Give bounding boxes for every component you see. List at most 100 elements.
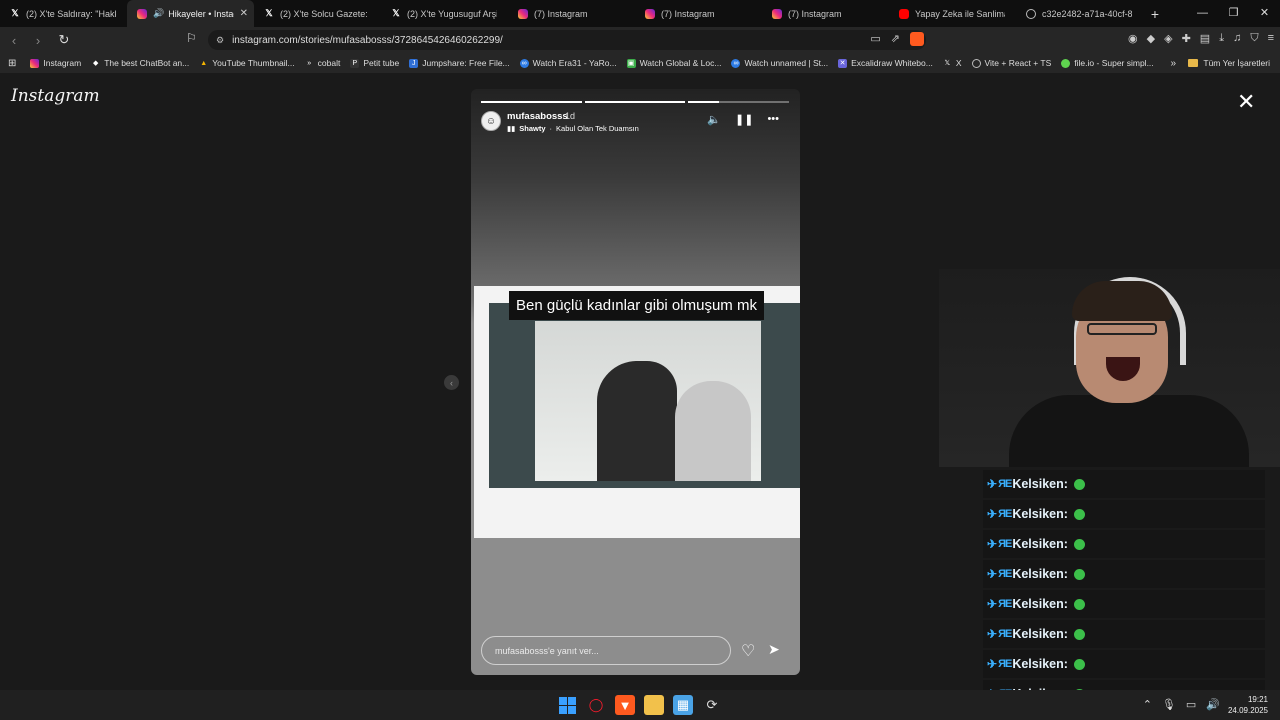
restore-icon[interactable]: ❐ <box>1218 0 1249 27</box>
bookmark-cobalt[interactable]: » cobalt <box>305 58 340 68</box>
taskbar-apps: ◯ ▼ ▦ ⟳ <box>557 695 722 715</box>
address-bar-actions: ▭ ⇗ <box>870 32 924 46</box>
microphone-icon[interactable]: 🎙 <box>1162 698 1176 711</box>
tab-instagram-2[interactable]: (7) Instagram <box>635 0 762 27</box>
close-tab-icon[interactable]: ✕ <box>240 8 248 19</box>
tab-globe[interactable]: c32e2482-a71a-40cf-8bb <box>1016 0 1143 27</box>
bookmark-excalidraw[interactable]: ✕ Excalidraw Whitebo... <box>838 58 933 68</box>
tab-x-solcu-gazete[interactable]: 𝕏 (2) X'te Solcu Gazete: "Gö <box>254 0 381 27</box>
new-tab-button[interactable]: + <box>1143 6 1167 22</box>
emote-icon <box>1073 658 1085 670</box>
heart-icon[interactable]: ♡ <box>741 641 755 661</box>
brave-shield-icon[interactable] <box>910 32 924 46</box>
chat-username: Kelsiken: <box>1012 657 1068 671</box>
bookmark-youtube-thumbnail[interactable]: ▲ YouTube Thumbnail... <box>199 58 294 68</box>
bookmark-watch-era31[interactable]: ∞ Watch Era31 - YaRo... <box>519 58 617 68</box>
window-controls: — ❐ ✕ <box>1187 0 1280 27</box>
pin-badge-icon: ✈ <box>987 627 998 641</box>
story-music[interactable]: ▮▮ Shawty · Kabul Olan Tek Duamsın <box>507 124 639 133</box>
menu-icon[interactable]: ≡ <box>1268 32 1274 45</box>
share-icon[interactable]: ⇗ <box>891 32 900 46</box>
sidebar-icon[interactable]: ▤ <box>1200 32 1210 45</box>
bookmark-label: Instagram <box>43 58 82 68</box>
pin-badge-icon: ✈ <box>987 657 998 671</box>
bookmark-x[interactable]: 𝕏X <box>943 58 962 68</box>
speaker-icon[interactable]: 🔊 <box>153 8 164 19</box>
download-icon[interactable]: ⤓ <box>1219 32 1224 45</box>
reload-icon[interactable]: ↻ <box>54 32 74 48</box>
extension-icon[interactable]: ◆ <box>1147 32 1155 45</box>
chat-overlay: ✈ ЯЕ Kelsiken: ✈ ЯЕ Kelsiken: ✈ ЯЕ Kelsiken: ✈ ЯЕ K… <box>983 470 1265 710</box>
tab-title: (2) X'te Yugusuguf Arşiv: " <box>407 8 497 19</box>
all-bookmarks-label: Tüm Yer İşaretleri <box>1203 58 1270 68</box>
bookmark-watch-unnamed[interactable]: ∞ Watch unnamed | St... <box>731 58 828 68</box>
bookmark-page-icon[interactable]: ⚐ <box>186 31 197 45</box>
address-bar[interactable]: ⚙ instagram.com/stories/mufasabosss/3728… <box>208 30 926 50</box>
chat-message: ✈ЯЕKelsiken: <box>983 500 1265 528</box>
previous-story-icon[interactable]: ‹ <box>444 375 459 390</box>
avatar[interactable]: ☺ <box>481 111 501 131</box>
reply-field[interactable] <box>481 636 731 665</box>
chevron-up-icon[interactable]: ⌃ <box>1143 698 1152 711</box>
speaker-icon[interactable]: 🔊 <box>1206 698 1220 711</box>
opera-icon[interactable]: ◯ <box>586 695 606 715</box>
app-icon[interactable]: ⟳ <box>702 695 722 715</box>
store-icon[interactable]: ▦ <box>673 695 693 715</box>
close-story-icon[interactable]: ✕ <box>1237 91 1255 113</box>
bookmark-fileio[interactable]: file.io - Super simpl... <box>1061 58 1154 68</box>
shield-icon[interactable]: ⛉ <box>1250 32 1258 45</box>
pause-icon[interactable]: ❚❚ <box>735 113 753 126</box>
bookmark-vite-react[interactable]: Vite + React + TS <box>971 58 1051 68</box>
apps-grid-icon[interactable]: ⊞ <box>8 58 16 69</box>
bookmark-jumpshare[interactable]: J Jumpshare: Free File... <box>409 58 510 68</box>
file-explorer-icon[interactable] <box>644 695 664 715</box>
bookmark-chatbot[interactable]: ◆ The best ChatBot an... <box>91 58 189 68</box>
chat-username: Kelsiken: <box>1012 597 1068 611</box>
tab-youtube[interactable]: Yapay Zeka ile Sanlima Alı <box>889 0 1016 27</box>
music-icon[interactable]: ♫ <box>1233 32 1241 45</box>
tab-x-saldiray[interactable]: 𝕏 (2) X'te Saldıray: "Hakkari" <box>0 0 127 27</box>
story-viewer[interactable]: ☺ mufasabosss 1d ▮▮ Shawty · Kabul Olan … <box>471 89 800 675</box>
site-settings-icon[interactable]: ⚙ <box>216 35 224 46</box>
chat-badge: ЯЕ <box>998 538 1012 550</box>
bookmark-label: Watch Global & Loc... <box>639 58 722 68</box>
globe-icon <box>1026 8 1036 19</box>
minimize-icon[interactable]: — <box>1187 0 1218 27</box>
puzzle-icon[interactable]: ✚ <box>1182 32 1191 45</box>
brave-icon[interactable]: ▼ <box>615 695 635 715</box>
tab-instagram-stories[interactable]: 🔊 Hikayeler • Instagram ✕ <box>127 0 254 27</box>
chat-badge: ЯЕ <box>998 598 1012 610</box>
back-icon[interactable]: ‹ <box>4 33 24 48</box>
emote-icon <box>1073 538 1085 550</box>
system-clock[interactable]: 19:21 24.09.2025 <box>1228 694 1268 716</box>
tab-instagram-3[interactable]: (7) Instagram <box>762 0 889 27</box>
reply-input[interactable] <box>495 645 715 656</box>
fileio-icon <box>1061 58 1071 68</box>
cast-icon[interactable]: ▭ <box>870 32 880 46</box>
story-username[interactable]: mufasabosss <box>507 111 568 122</box>
more-bookmarks-icon[interactable]: » <box>1170 58 1176 69</box>
start-button[interactable] <box>557 695 577 715</box>
globe-icon <box>971 58 981 68</box>
display-icon[interactable]: ▭ <box>1186 698 1196 711</box>
instagram-logo[interactable]: Instagram <box>11 86 100 106</box>
wallet-icon[interactable]: ◉ <box>1128 32 1138 45</box>
windows-taskbar: ◯ ▼ ▦ ⟳ ⌃ 🎙 ▭ 🔊 19:21 24.09.2025 <box>0 690 1280 720</box>
extension-icon[interactable]: ◈ <box>1164 32 1172 45</box>
bookmark-petit-tube[interactable]: P Petit tube <box>350 58 399 68</box>
tab-x-yugusuguf[interactable]: 𝕏 (2) X'te Yugusuguf Arşiv: " <box>381 0 508 27</box>
chat-message: ✈ЯЕKelsiken: <box>983 560 1265 588</box>
more-options-icon[interactable]: ••• <box>767 113 779 126</box>
send-icon[interactable]: ➤ <box>768 641 780 658</box>
bookmark-watch-global[interactable]: ▣ Watch Global & Loc... <box>626 58 722 68</box>
tab-title: Yapay Zeka ile Sanlima Alı <box>915 8 1005 19</box>
volume-icon[interactable]: 🔈 <box>707 113 721 126</box>
all-bookmarks-folder[interactable]: Tüm Yer İşaretleri <box>1188 58 1270 68</box>
forward-icon[interactable]: › <box>28 33 48 48</box>
story-progress-bar <box>584 101 686 103</box>
close-window-icon[interactable]: ✕ <box>1249 0 1280 27</box>
bookmark-instagram[interactable]: Instagram <box>30 58 81 68</box>
tab-instagram-1[interactable]: (7) Instagram <box>508 0 635 27</box>
story-progress-bars <box>481 101 790 103</box>
bookmark-label: X <box>955 58 962 68</box>
